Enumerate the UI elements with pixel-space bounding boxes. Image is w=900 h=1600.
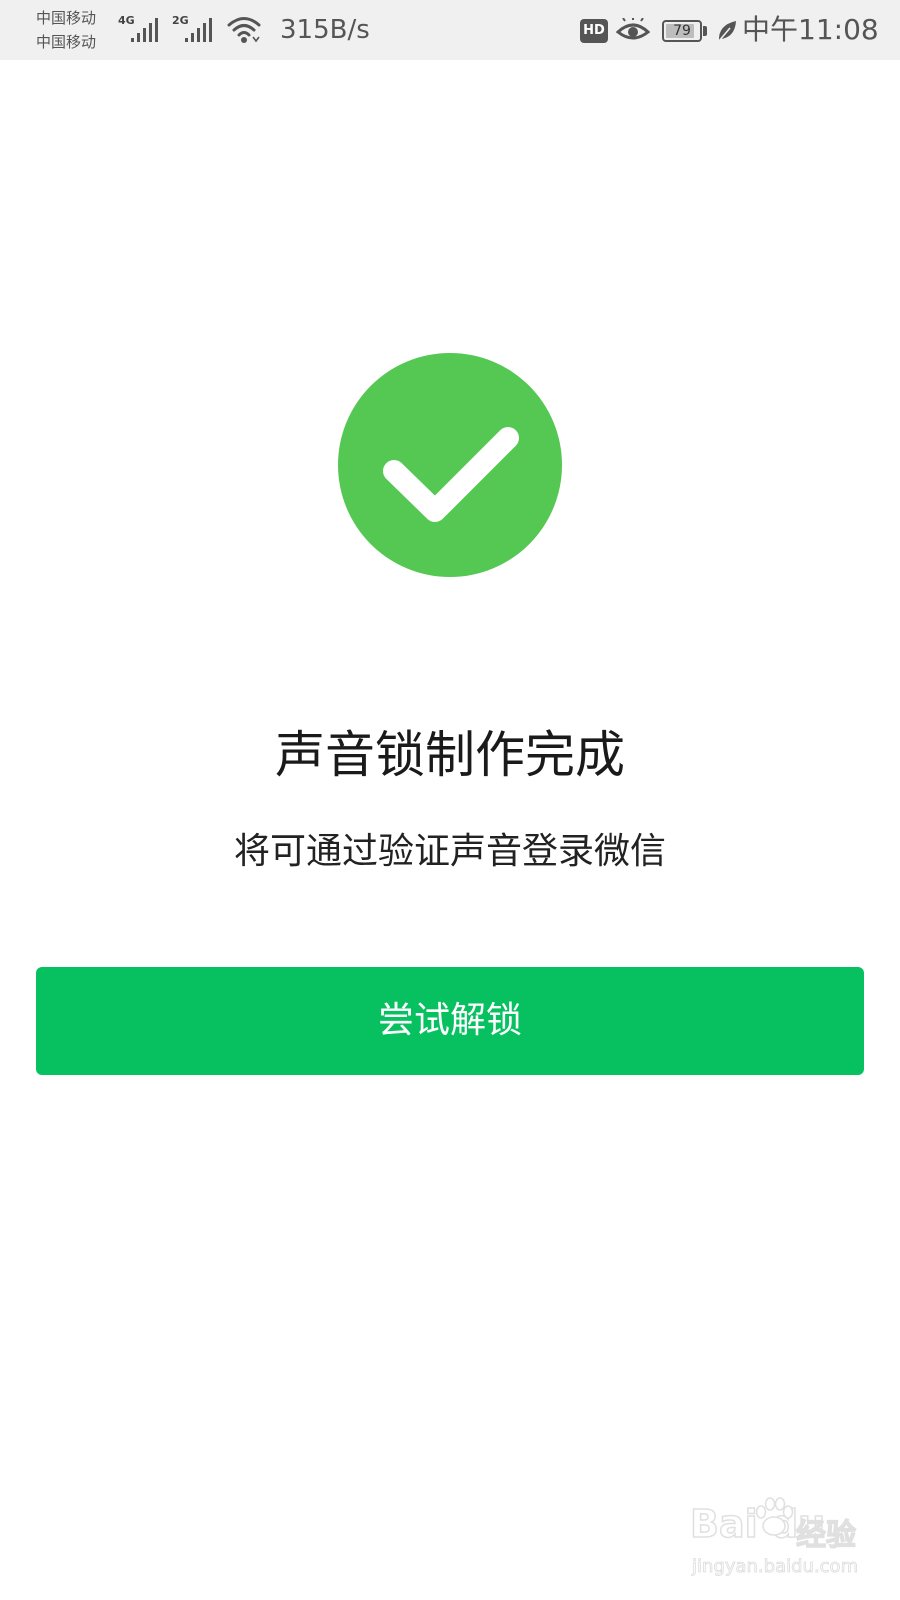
- baidu-jingyan-watermark: Bai du 经验 jingyan.baidu.com: [684, 1496, 874, 1586]
- leaf-icon: [718, 21, 736, 42]
- wifi-icon: [227, 17, 261, 43]
- status-clock: 中午11:08: [742, 13, 879, 46]
- page-title: 声音锁制作完成: [275, 726, 625, 784]
- battery-tip: [703, 26, 707, 36]
- signal-icon: [131, 18, 158, 42]
- paw-icon: [755, 1497, 794, 1536]
- status-bar: 中国移动 中国移动 4G 2G 315B/s HD 79 中午11:08: [0, 0, 900, 60]
- sim2-signal: 2G: [172, 14, 218, 46]
- carrier-label-2: 中国移动: [36, 33, 97, 51]
- battery-level: 79: [673, 23, 691, 39]
- signal-icon: [185, 18, 212, 42]
- screen: 中国移动 中国移动 4G 2G 315B/s HD 79 中午11:08 声音锁…: [0, 0, 900, 1600]
- check-circle-icon: [338, 353, 562, 577]
- page-subtitle: 将可通过验证声音登录微信: [233, 831, 666, 872]
- watermark-product: 经验: [795, 1517, 856, 1553]
- sim1-signal: 4G: [118, 14, 164, 46]
- carrier-labels: 中国移动 中国移动: [36, 6, 116, 54]
- eye-icon: [616, 18, 650, 40]
- carrier-label-1: 中国移动: [36, 9, 97, 27]
- network-speed: 315B/s: [280, 15, 370, 45]
- hd-badge: HD: [580, 19, 608, 43]
- battery-icon: 79: [662, 20, 702, 42]
- try-unlock-button[interactable]: 尝试解锁: [36, 967, 864, 1075]
- watermark-site: jingyan.baidu.com: [692, 1556, 859, 1578]
